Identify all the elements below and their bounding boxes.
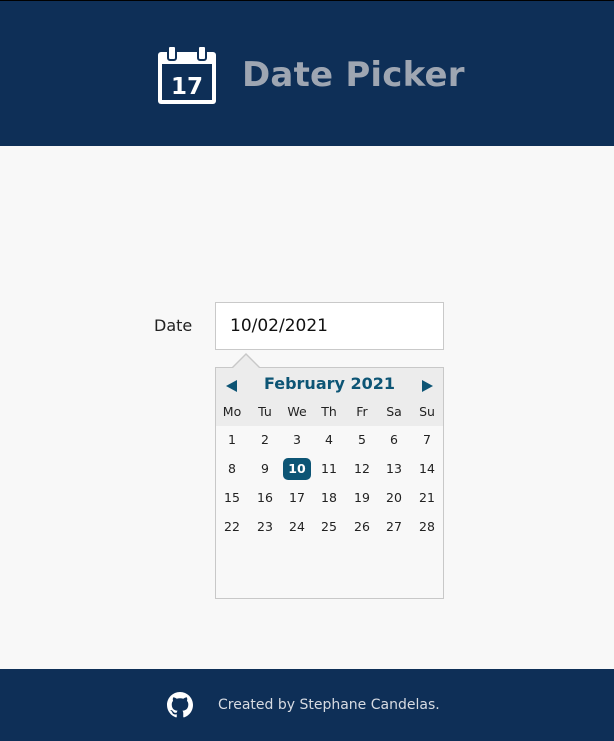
next-month-button[interactable] [417, 376, 437, 396]
calendar-icon-day: 17 [171, 74, 203, 100]
weekday-header: Tu [258, 404, 272, 419]
weekday-header: We [287, 404, 307, 419]
day-cell[interactable]: 16 [251, 487, 279, 509]
day-cell[interactable]: 8 [218, 458, 246, 480]
day-cell[interactable]: 11 [315, 458, 343, 480]
popup-pointer-fill [232, 355, 260, 369]
day-cell[interactable]: 26 [348, 516, 376, 538]
day-cell[interactable]: 28 [413, 516, 441, 538]
day-cell[interactable]: 2 [251, 429, 279, 451]
date-label: Date [154, 316, 193, 335]
app-footer: Created by Stephane Candelas. [0, 669, 614, 741]
weekday-header: Fr [356, 404, 368, 419]
weekday-header: Su [419, 404, 435, 419]
day-cell[interactable]: 22 [218, 516, 246, 538]
day-cell[interactable]: 12 [348, 458, 376, 480]
day-cell[interactable]: 19 [348, 487, 376, 509]
weekday-header: Sa [386, 404, 402, 419]
page-title: Date Picker [242, 55, 465, 95]
day-cell[interactable]: 24 [283, 516, 311, 538]
weekday-header: Mo [222, 404, 242, 419]
github-icon[interactable] [167, 692, 193, 718]
day-cell[interactable]: 23 [251, 516, 279, 538]
day-cell[interactable]: 7 [413, 429, 441, 451]
calendar-icon: 17 [158, 45, 216, 104]
day-cell-selected[interactable]: 10 [283, 458, 311, 480]
prev-month-button[interactable] [222, 376, 242, 396]
day-cell[interactable]: 6 [380, 429, 408, 451]
calendar-popup: February 2021 Mo Tu We Th Fr Sa Su 1 2 3 4 5 6 7 8 9 10 1… [215, 367, 444, 599]
footer-credit: Created by Stephane Candelas. [218, 697, 440, 713]
date-input[interactable] [215, 302, 444, 350]
app-header: 17 Date Picker [0, 1, 614, 146]
day-cell[interactable]: 13 [380, 458, 408, 480]
day-cell[interactable]: 20 [380, 487, 408, 509]
day-cell[interactable]: 18 [315, 487, 343, 509]
day-cell[interactable]: 4 [315, 429, 343, 451]
day-cell[interactable]: 15 [218, 487, 246, 509]
day-cell[interactable]: 1 [218, 429, 246, 451]
day-cell[interactable]: 25 [315, 516, 343, 538]
day-cell[interactable]: 3 [283, 429, 311, 451]
weekday-header: Th [321, 404, 337, 419]
day-cell[interactable]: 21 [413, 487, 441, 509]
day-cell[interactable]: 27 [380, 516, 408, 538]
month-title: February 2021 [263, 374, 396, 393]
day-cell[interactable]: 14 [413, 458, 441, 480]
day-cell[interactable]: 9 [251, 458, 279, 480]
day-cell[interactable]: 5 [348, 429, 376, 451]
day-cell[interactable]: 17 [283, 487, 311, 509]
